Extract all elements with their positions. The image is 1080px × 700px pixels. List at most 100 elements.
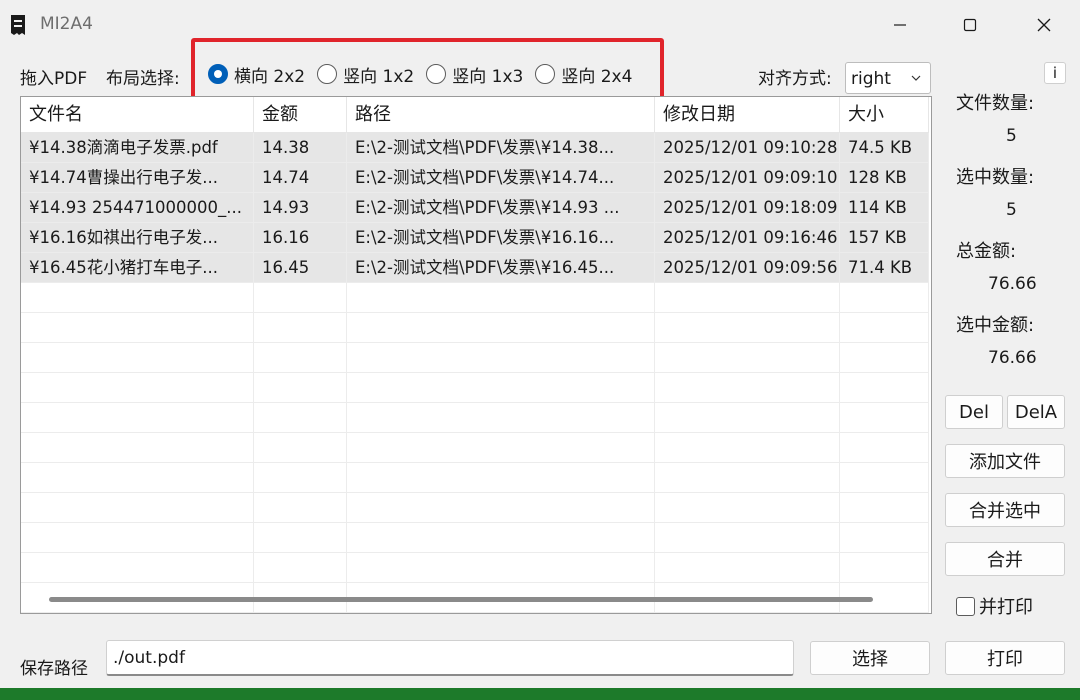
selected-amount-value: 76.66 [988, 348, 1037, 368]
radio-selected-icon [208, 64, 228, 84]
save-path-input[interactable] [106, 640, 794, 676]
cell-amount [254, 343, 347, 373]
radio-label: 竖向 1x3 [452, 66, 524, 87]
file-count-label: 文件数量: [956, 93, 1035, 114]
column-header-path[interactable]: 路径 [347, 97, 655, 133]
cell-filename [21, 433, 254, 463]
table-row[interactable]: ¥14.93 254471000000_... 14.93 E:\2-测试文档\PD… [21, 193, 929, 223]
cell-date: 2025/12/01 09:10:28 [655, 133, 840, 163]
column-header-date[interactable]: 修改日期 [655, 97, 840, 133]
cell-amount [254, 523, 347, 553]
empty-table-row[interactable] [21, 463, 929, 493]
radio-portrait-1x3[interactable]: 竖向 1x3 [426, 62, 523, 87]
cell-amount [254, 283, 347, 313]
cell-size: 157 KB [840, 223, 929, 253]
cell-amount [254, 493, 347, 523]
cell-date [655, 553, 840, 583]
radio-label: 横向 2x2 [234, 66, 306, 87]
info-button[interactable]: i [1044, 62, 1066, 84]
cell-size: 128 KB [840, 163, 929, 193]
del-all-button[interactable]: DelA [1007, 395, 1065, 429]
minimize-button[interactable] [878, 8, 922, 42]
column-header-filename[interactable]: 文件名 [21, 97, 254, 133]
empty-table-row[interactable] [21, 493, 929, 523]
cell-date [655, 343, 840, 373]
radio-portrait-1x2[interactable]: 竖向 1x2 [317, 62, 414, 87]
cell-amount [254, 553, 347, 583]
merge-button[interactable]: 合并 [945, 542, 1065, 576]
cell-date: 2025/12/01 09:16:46 [655, 223, 840, 253]
taskbar-edge [0, 688, 1080, 700]
cell-filename: ¥16.45花小猪打车电子... [21, 253, 254, 283]
app-window: MI2A4 拖入PDF 布局选择: 横向 2x2 竖向 1x2 竖向 1x3 竖… [0, 0, 1080, 690]
cell-size [840, 283, 929, 313]
empty-table-row[interactable] [21, 313, 929, 343]
maximize-icon [963, 18, 977, 32]
horizontal-scrollbar[interactable] [49, 597, 873, 602]
empty-table-row[interactable] [21, 553, 929, 583]
checkbox-unchecked-icon [956, 596, 975, 616]
cell-path [347, 463, 655, 493]
cell-size [840, 523, 929, 553]
merge-selected-button[interactable]: 合并选中 [945, 493, 1065, 527]
table-row[interactable]: ¥16.45花小猪打车电子... 16.45 E:\2-测试文档\PDF\发票\¥1… [21, 253, 929, 283]
file-table[interactable]: 文件名 金额 路径 修改日期 大小 ¥14.38滴滴电子发票.pdf 14.38 E… [20, 96, 932, 614]
empty-table-row[interactable] [21, 283, 929, 313]
title-bar: MI2A4 [0, 0, 1080, 50]
column-header-size[interactable]: 大小 [840, 97, 929, 133]
cell-filename: ¥14.74曹操出行电子发... [21, 163, 254, 193]
empty-table-row[interactable] [21, 373, 929, 403]
table-header: 文件名 金额 路径 修改日期 大小 [21, 97, 929, 133]
radio-landscape-2x2[interactable]: 横向 2x2 [208, 62, 305, 87]
cell-date [655, 373, 840, 403]
print-checkbox[interactable]: 并打印 [956, 593, 1033, 619]
align-label: 对齐方式: [758, 69, 832, 89]
print-checkbox-label: 并打印 [979, 597, 1033, 618]
cell-size [840, 463, 929, 493]
maximize-button[interactable] [948, 8, 992, 42]
cell-amount [254, 433, 347, 463]
cell-filename [21, 463, 254, 493]
empty-table-row[interactable] [21, 433, 929, 463]
table-row[interactable]: ¥14.74曹操出行电子发... 14.74 E:\2-测试文档\PDF\发票\¥1… [21, 163, 929, 193]
cell-size [840, 493, 929, 523]
cell-filename [21, 373, 254, 403]
selected-count-label: 选中数量: [956, 167, 1035, 188]
cell-filename: ¥14.93 254471000000_... [21, 193, 254, 223]
empty-table-row[interactable] [21, 343, 929, 373]
cell-filename [21, 493, 254, 523]
cell-size: 74.5 KB [840, 133, 929, 163]
cell-amount [254, 313, 347, 343]
cell-path [347, 553, 655, 583]
cell-filename [21, 313, 254, 343]
align-select[interactable]: right [845, 62, 931, 94]
file-count-value: 5 [1006, 126, 1017, 146]
chevron-down-icon [911, 75, 921, 81]
cell-path [347, 313, 655, 343]
cell-path [347, 283, 655, 313]
cell-size: 71.4 KB [840, 253, 929, 283]
table-row[interactable]: ¥14.38滴滴电子发票.pdf 14.38 E:\2-测试文档\PDF\发票\¥1… [21, 133, 929, 163]
cell-filename [21, 403, 254, 433]
print-button[interactable]: 打印 [945, 641, 1065, 675]
empty-table-row[interactable] [21, 403, 929, 433]
selected-count-value: 5 [1006, 200, 1017, 220]
cell-date [655, 493, 840, 523]
cell-path [347, 433, 655, 463]
empty-table-row[interactable] [21, 523, 929, 553]
del-button[interactable]: Del [945, 395, 1003, 429]
cell-date: 2025/12/01 09:09:56 [655, 253, 840, 283]
cell-path: E:\2-测试文档\PDF\发票\¥14.74... [347, 163, 655, 193]
radio-portrait-2x4[interactable]: 竖向 2x4 [535, 62, 632, 87]
cell-path: E:\2-测试文档\PDF\发票\¥14.93 ... [347, 193, 655, 223]
cell-amount [254, 373, 347, 403]
cell-amount: 14.74 [254, 163, 347, 193]
choose-path-button[interactable]: 选择 [810, 641, 930, 675]
column-header-amount[interactable]: 金额 [254, 97, 347, 133]
table-row[interactable]: ¥16.16如祺出行电子发... 16.16 E:\2-测试文档\PDF\发票\¥1… [21, 223, 929, 253]
add-files-button[interactable]: 添加文件 [945, 444, 1065, 478]
layout-radio-group: 横向 2x2 竖向 1x2 竖向 1x3 竖向 2x4 [208, 60, 644, 88]
cell-amount: 14.38 [254, 133, 347, 163]
cell-filename [21, 523, 254, 553]
close-button[interactable] [1022, 8, 1066, 42]
